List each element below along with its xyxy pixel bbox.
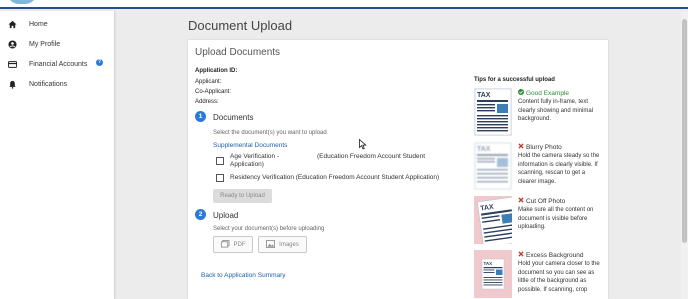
cut-off-photo-thumbnail: TAX [474,196,512,244]
image-icon [266,239,276,250]
top-header-bar [0,0,688,9]
mouse-cursor-icon [359,137,367,155]
sidebar-item-my-profile[interactable]: My Profile [0,34,115,54]
sidebar: Home My Profile Financial Accounts ? Not… [0,11,115,299]
app-logo[interactable] [7,0,37,4]
sidebar-item-label: My Profile [29,40,61,48]
images-button-label: Images [279,241,299,248]
excess-background-description: Hold your camera closer to the document … [518,261,600,293]
tip-good-example: TAX Good Example Content fully in-frame,… [474,88,606,138]
scrollbar-thumb[interactable] [682,19,687,243]
step-2-title: Upload [213,211,239,220]
help-icon[interactable]: ? [96,59,103,66]
sidebar-item-label: Notifications [29,80,68,88]
tip-excess-background: TAX Excess Background Hold your camera c… [474,250,606,299]
step-1-title: Documents [213,113,254,122]
sidebar-item-financial-accounts[interactable]: Financial Accounts ? [0,54,115,74]
x-icon [518,251,524,259]
blurry-photo-description: Hold the camera steady so the informatio… [518,153,600,185]
tip-blurry-photo: TAX Blurry Photo Hold the camera steady … [474,142,606,192]
good-example-thumbnail: TAX [474,88,512,136]
upload-documents-card: Upload Documents Application ID: Applica… [188,40,608,299]
upload-images-button[interactable]: Images [258,236,307,253]
page-title: Document Upload [188,18,293,33]
pdf-icon [220,239,230,250]
blurry-photo-thumbnail: TAX [474,142,512,190]
tip-cut-off-photo: TAX Cut Off Photo Make sure all the cont… [474,196,606,246]
excess-background-title: Excess Background [518,251,583,259]
co-applicant-label: Co-Applicant: [195,89,232,95]
step-2-hint: Select your document(s) before uploading [213,226,325,232]
x-icon [518,143,524,151]
cut-off-photo-title: Cut Off Photo [518,197,565,205]
upload-pdf-button[interactable]: PDF [213,236,253,253]
user-icon [8,39,17,49]
bell-icon [8,80,17,89]
tips-title: Tips for a successful upload [474,77,555,83]
step-1-badge: 1 [195,111,206,122]
blurry-photo-title: Blurry Photo [518,143,562,151]
cut-off-photo-description: Make sure all the content on document is… [518,207,594,230]
good-example-title: Good Example [518,89,569,97]
sidebar-item-label: Home [29,20,48,28]
application-id-label: Application ID: [195,68,238,74]
address-label: Address: [195,99,219,105]
age-verification-program: (Education Freedom Account Student [317,153,426,160]
x-icon [518,197,524,205]
pdf-button-label: PDF [233,241,246,248]
ready-to-upload-button[interactable]: Ready to Upload [213,189,272,203]
sidebar-item-notifications[interactable]: Notifications [0,74,115,94]
sidebar-item-label: Financial Accounts [29,60,88,68]
svg-text:TAX: TAX [484,261,493,266]
page-scrollbar[interactable] [681,11,688,299]
supplemental-documents-link[interactable]: Supplemental Documents [213,142,287,149]
svg-text:TAX: TAX [477,92,491,99]
back-to-application-summary-link[interactable]: Back to Application Summary [201,272,286,279]
residency-verification-checkbox[interactable] [216,174,224,182]
excess-background-thumbnail: TAX [474,250,512,298]
applicant-label: Applicant: [195,79,222,85]
card-title: Upload Documents [195,47,281,58]
step-2-badge: 2 [195,209,206,220]
age-verification-label[interactable]: Age Verification - Application) [230,153,310,169]
home-icon [8,20,17,29]
step-1-hint: Select the document(s) you want to uploa… [213,130,327,136]
card-icon [8,60,17,69]
good-example-description: Content fully in-frame, text clearly sho… [518,99,594,122]
age-verification-checkbox[interactable] [216,157,224,165]
residency-verification-label[interactable]: Residency Verification (Education Freedo… [230,174,439,182]
svg-text:TAX: TAX [477,146,491,153]
sidebar-item-home[interactable]: Home [0,14,115,34]
check-circle-icon [518,89,524,97]
